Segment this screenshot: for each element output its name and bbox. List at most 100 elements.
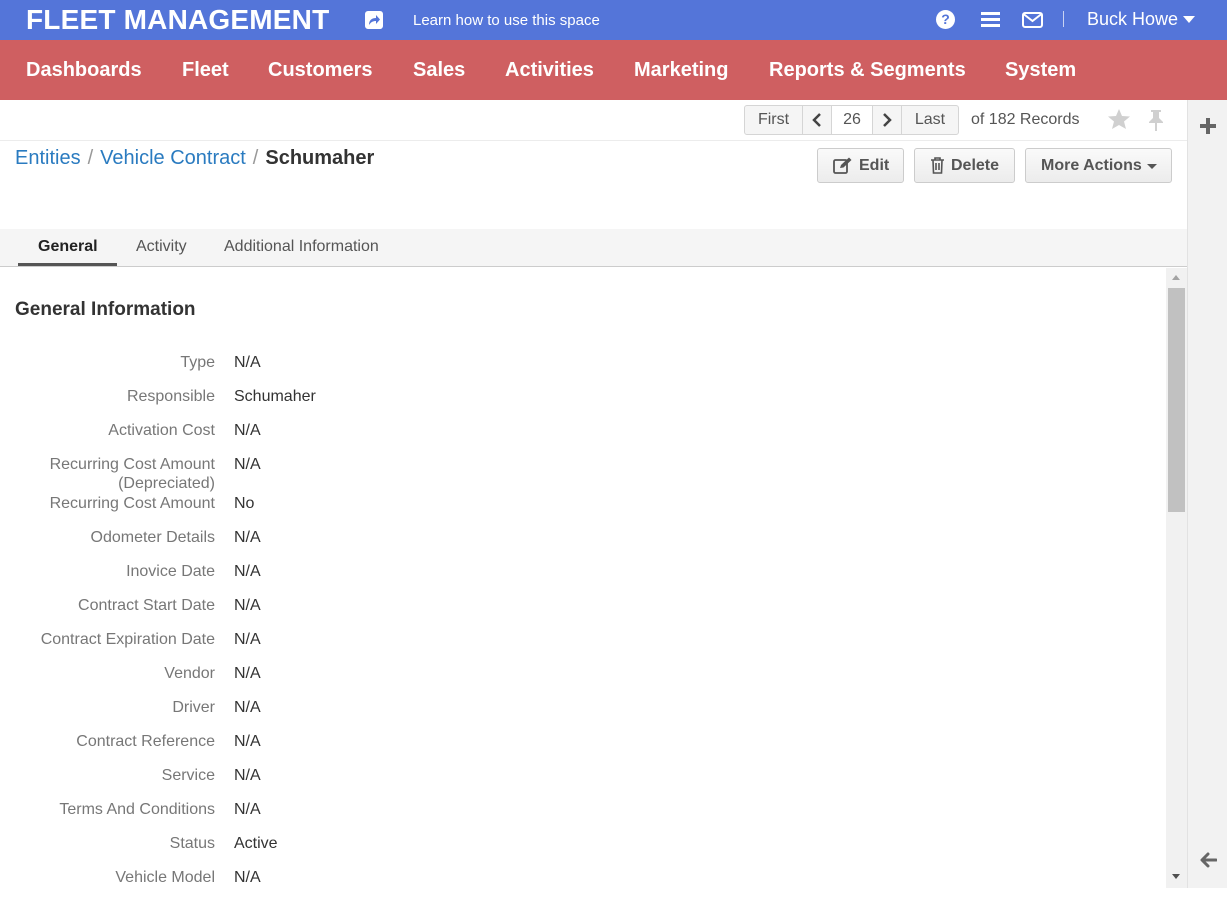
nav-item-marketing[interactable]: Marketing [634,59,728,82]
breadcrumb: Entities / Vehicle Contract / Schumaher [15,147,374,170]
tab-additional-information[interactable]: Additional Information [224,238,379,256]
active-tab-indicator [18,263,117,266]
field-label: Status [169,835,215,852]
field-label: Vendor [164,665,215,682]
nav-item-dashboards[interactable]: Dashboards [26,59,142,82]
field-label: Contract Expiration Date [40,631,215,648]
field-value: N/A [234,665,261,682]
nav-item-customers[interactable]: Customers [268,59,372,82]
main-navigation: Dashboards Fleet Customers Sales Activit… [0,40,1227,100]
edit-icon [833,157,852,174]
app-title[interactable]: FLEET MANAGEMENT [26,4,329,36]
edit-label: Edit [859,157,890,174]
field-label: Recurring Cost Amount [49,495,215,512]
pager-current-record[interactable]: 26 [832,106,873,134]
field-value: N/A [234,563,261,580]
field-value: N/A [234,733,261,750]
record-pager: First 26 Last [744,105,959,135]
field-value: N/A [234,529,261,546]
learn-how-link[interactable]: Learn how to use this space [413,12,600,29]
field-value: Schumaher [234,388,316,405]
menu-icon[interactable] [981,12,1000,28]
breadcrumb-separator: / [87,147,94,169]
page-title: Schumaher [265,147,375,169]
field-value: N/A [234,699,261,716]
tabs-bar: General Activity Additional Information [0,229,1187,267]
field-label: Inovice Date [126,563,215,580]
user-menu-name[interactable]: Buck Howe [1087,9,1178,30]
field-row: Driver N/A [0,697,1160,731]
divider [0,140,1187,141]
help-icon[interactable]: ? [936,10,955,29]
field-row: Recurring Cost Amount No [0,493,1160,527]
star-icon[interactable] [1107,108,1131,135]
delete-button[interactable]: Delete [914,148,1015,183]
field-row: Responsible Schumaher [0,386,1160,420]
pin-icon[interactable] [1146,108,1166,137]
top-header: FLEET MANAGEMENT Learn how to use this s… [0,0,1227,40]
field-label: Vehicle Model [115,869,215,886]
chevron-down-icon[interactable] [1183,16,1195,23]
field-row: Terms And Conditions N/A [0,799,1160,833]
field-row: Contract Expiration Date N/A [0,629,1160,663]
field-label: Terms And Conditions [59,801,215,818]
section-title: General Information [15,299,196,320]
field-value: N/A [234,767,261,784]
breadcrumb-entities[interactable]: Entities [15,147,81,169]
field-value: N/A [234,869,261,886]
caret-down-icon [1147,164,1157,169]
header-divider [1063,11,1064,27]
breadcrumb-separator: / [252,147,259,169]
field-row: Status Active [0,833,1160,867]
nav-item-system[interactable]: System [1005,59,1076,82]
field-label: Activation Cost [108,422,215,439]
field-row: Odometer Details N/A [0,527,1160,561]
field-value: Active [234,835,278,852]
field-row: Inovice Date N/A [0,561,1160,595]
breadcrumb-vehicle-contract[interactable]: Vehicle Contract [100,147,246,169]
field-value: N/A [234,422,261,439]
field-label: Responsible [126,388,215,405]
field-row: Contract Reference N/A [0,731,1160,765]
more-actions-button[interactable]: More Actions [1025,148,1172,183]
field-label: Contract Start Date [78,597,215,614]
tab-activity[interactable]: Activity [136,238,187,256]
delete-label: Delete [951,157,1000,174]
scroll-up-arrow-icon[interactable] [1172,275,1180,280]
trash-icon [931,157,944,174]
nav-item-activities[interactable]: Activities [505,59,594,82]
pager-last-button[interactable]: Last [902,106,958,134]
field-row: Activation Cost N/A [0,420,1160,454]
more-actions-label: More Actions [1041,157,1142,174]
field-label: Contract Reference [76,733,215,750]
scroll-down-arrow-icon[interactable] [1172,874,1180,879]
field-value: N/A [234,631,261,648]
field-list: Type N/A Responsible Schumaher Activation Co… [0,352,1160,901]
pager-prev-button[interactable] [803,106,832,134]
field-row: Contract Start Date N/A [0,595,1160,629]
field-row: Service N/A [0,765,1160,799]
tab-general[interactable]: General [38,238,98,256]
pager-first-button[interactable]: First [745,106,803,134]
field-row: Type N/A [0,352,1160,386]
field-value: N/A [234,354,261,371]
edit-button[interactable]: Edit [817,148,904,183]
field-value: No [234,495,255,512]
field-label: Type [180,354,215,371]
pager-next-button[interactable] [873,106,902,134]
field-label: Recurring Cost Amount (Depreciated) [49,456,215,492]
field-label: Service [161,767,215,784]
field-label: Odometer Details [90,529,216,546]
mail-icon[interactable] [1022,12,1043,33]
field-value: N/A [234,801,261,818]
nav-item-sales[interactable]: Sales [413,59,465,82]
nav-item-reports-segments[interactable]: Reports & Segments [769,59,966,82]
field-row: Vendor N/A [0,663,1160,697]
right-sidebar [1187,100,1227,888]
plus-icon[interactable] [1200,118,1216,134]
records-count: of 182 Records [971,111,1080,128]
share-icon[interactable] [365,11,383,29]
scrollbar-thumb[interactable] [1168,288,1185,512]
nav-item-fleet[interactable]: Fleet [182,59,229,82]
arrow-left-icon[interactable] [1199,852,1218,873]
